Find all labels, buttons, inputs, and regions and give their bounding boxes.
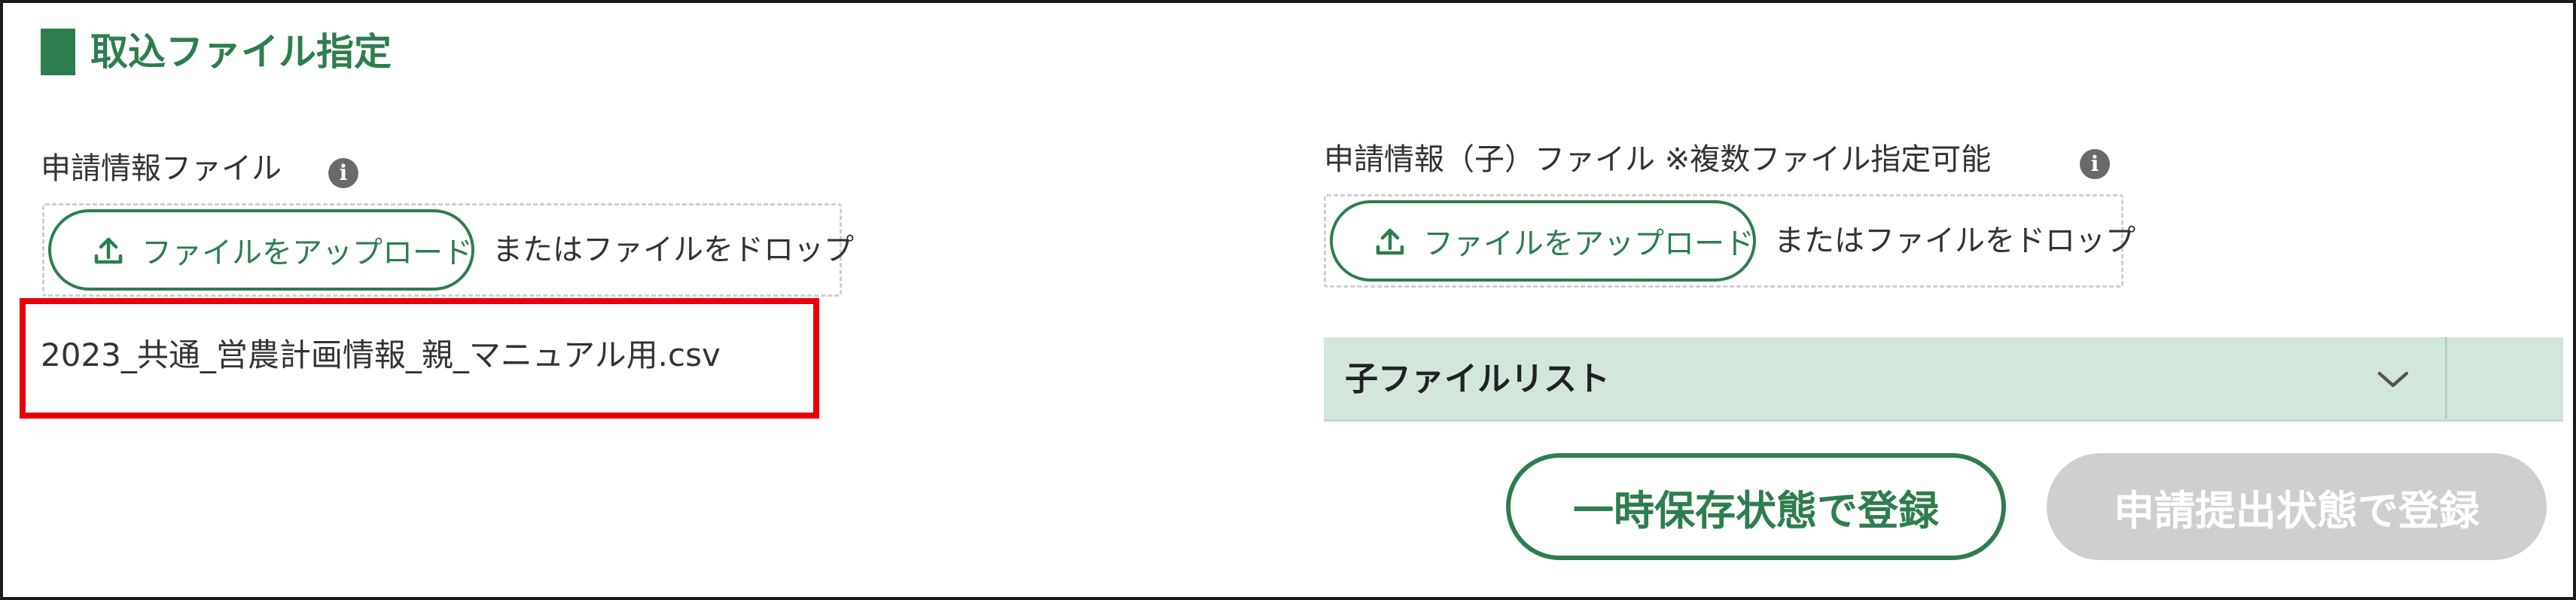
child-file-list-title: 子ファイルリスト (1345, 360, 1610, 398)
import-file-panel: 取込ファイル指定 申請情報ファイル i ファイルをアップロード またはファイルを… (0, 0, 2576, 600)
upload-button-label: ファイルをアップロード (142, 236, 473, 270)
upload-button-label: ファイルをアップロード (1423, 227, 1754, 261)
drop-hint-text: またはファイルをドロップ (492, 233, 854, 267)
save-temporary-button[interactable]: 一時保存状態で登録 (1506, 453, 2006, 560)
info-icon[interactable]: i (328, 158, 358, 188)
chevron-down-icon[interactable] (2375, 367, 2411, 391)
upload-icon (92, 233, 125, 266)
selected-file-name: 2023_共通_営農計画情報_親_マニュアル用.csv (41, 337, 721, 373)
child-upload-button[interactable]: ファイルをアップロード (1330, 200, 1756, 282)
list-header-divider (2445, 337, 2447, 419)
info-icon[interactable]: i (2080, 149, 2110, 179)
section-title: 取込ファイル指定 (90, 30, 392, 74)
application-file-label: 申請情報ファイル (41, 151, 282, 186)
heading-accent-bar (41, 29, 75, 75)
application-upload-button[interactable]: ファイルをアップロード (48, 209, 474, 291)
child-file-label: 申請情報（子）ファイル ※複数ファイル指定可能 (1324, 142, 1992, 177)
drop-hint-text: またはファイルをドロップ (1774, 224, 2135, 258)
submit-application-button[interactable]: 申請提出状態で登録 (2047, 453, 2547, 560)
upload-icon (1373, 224, 1407, 257)
